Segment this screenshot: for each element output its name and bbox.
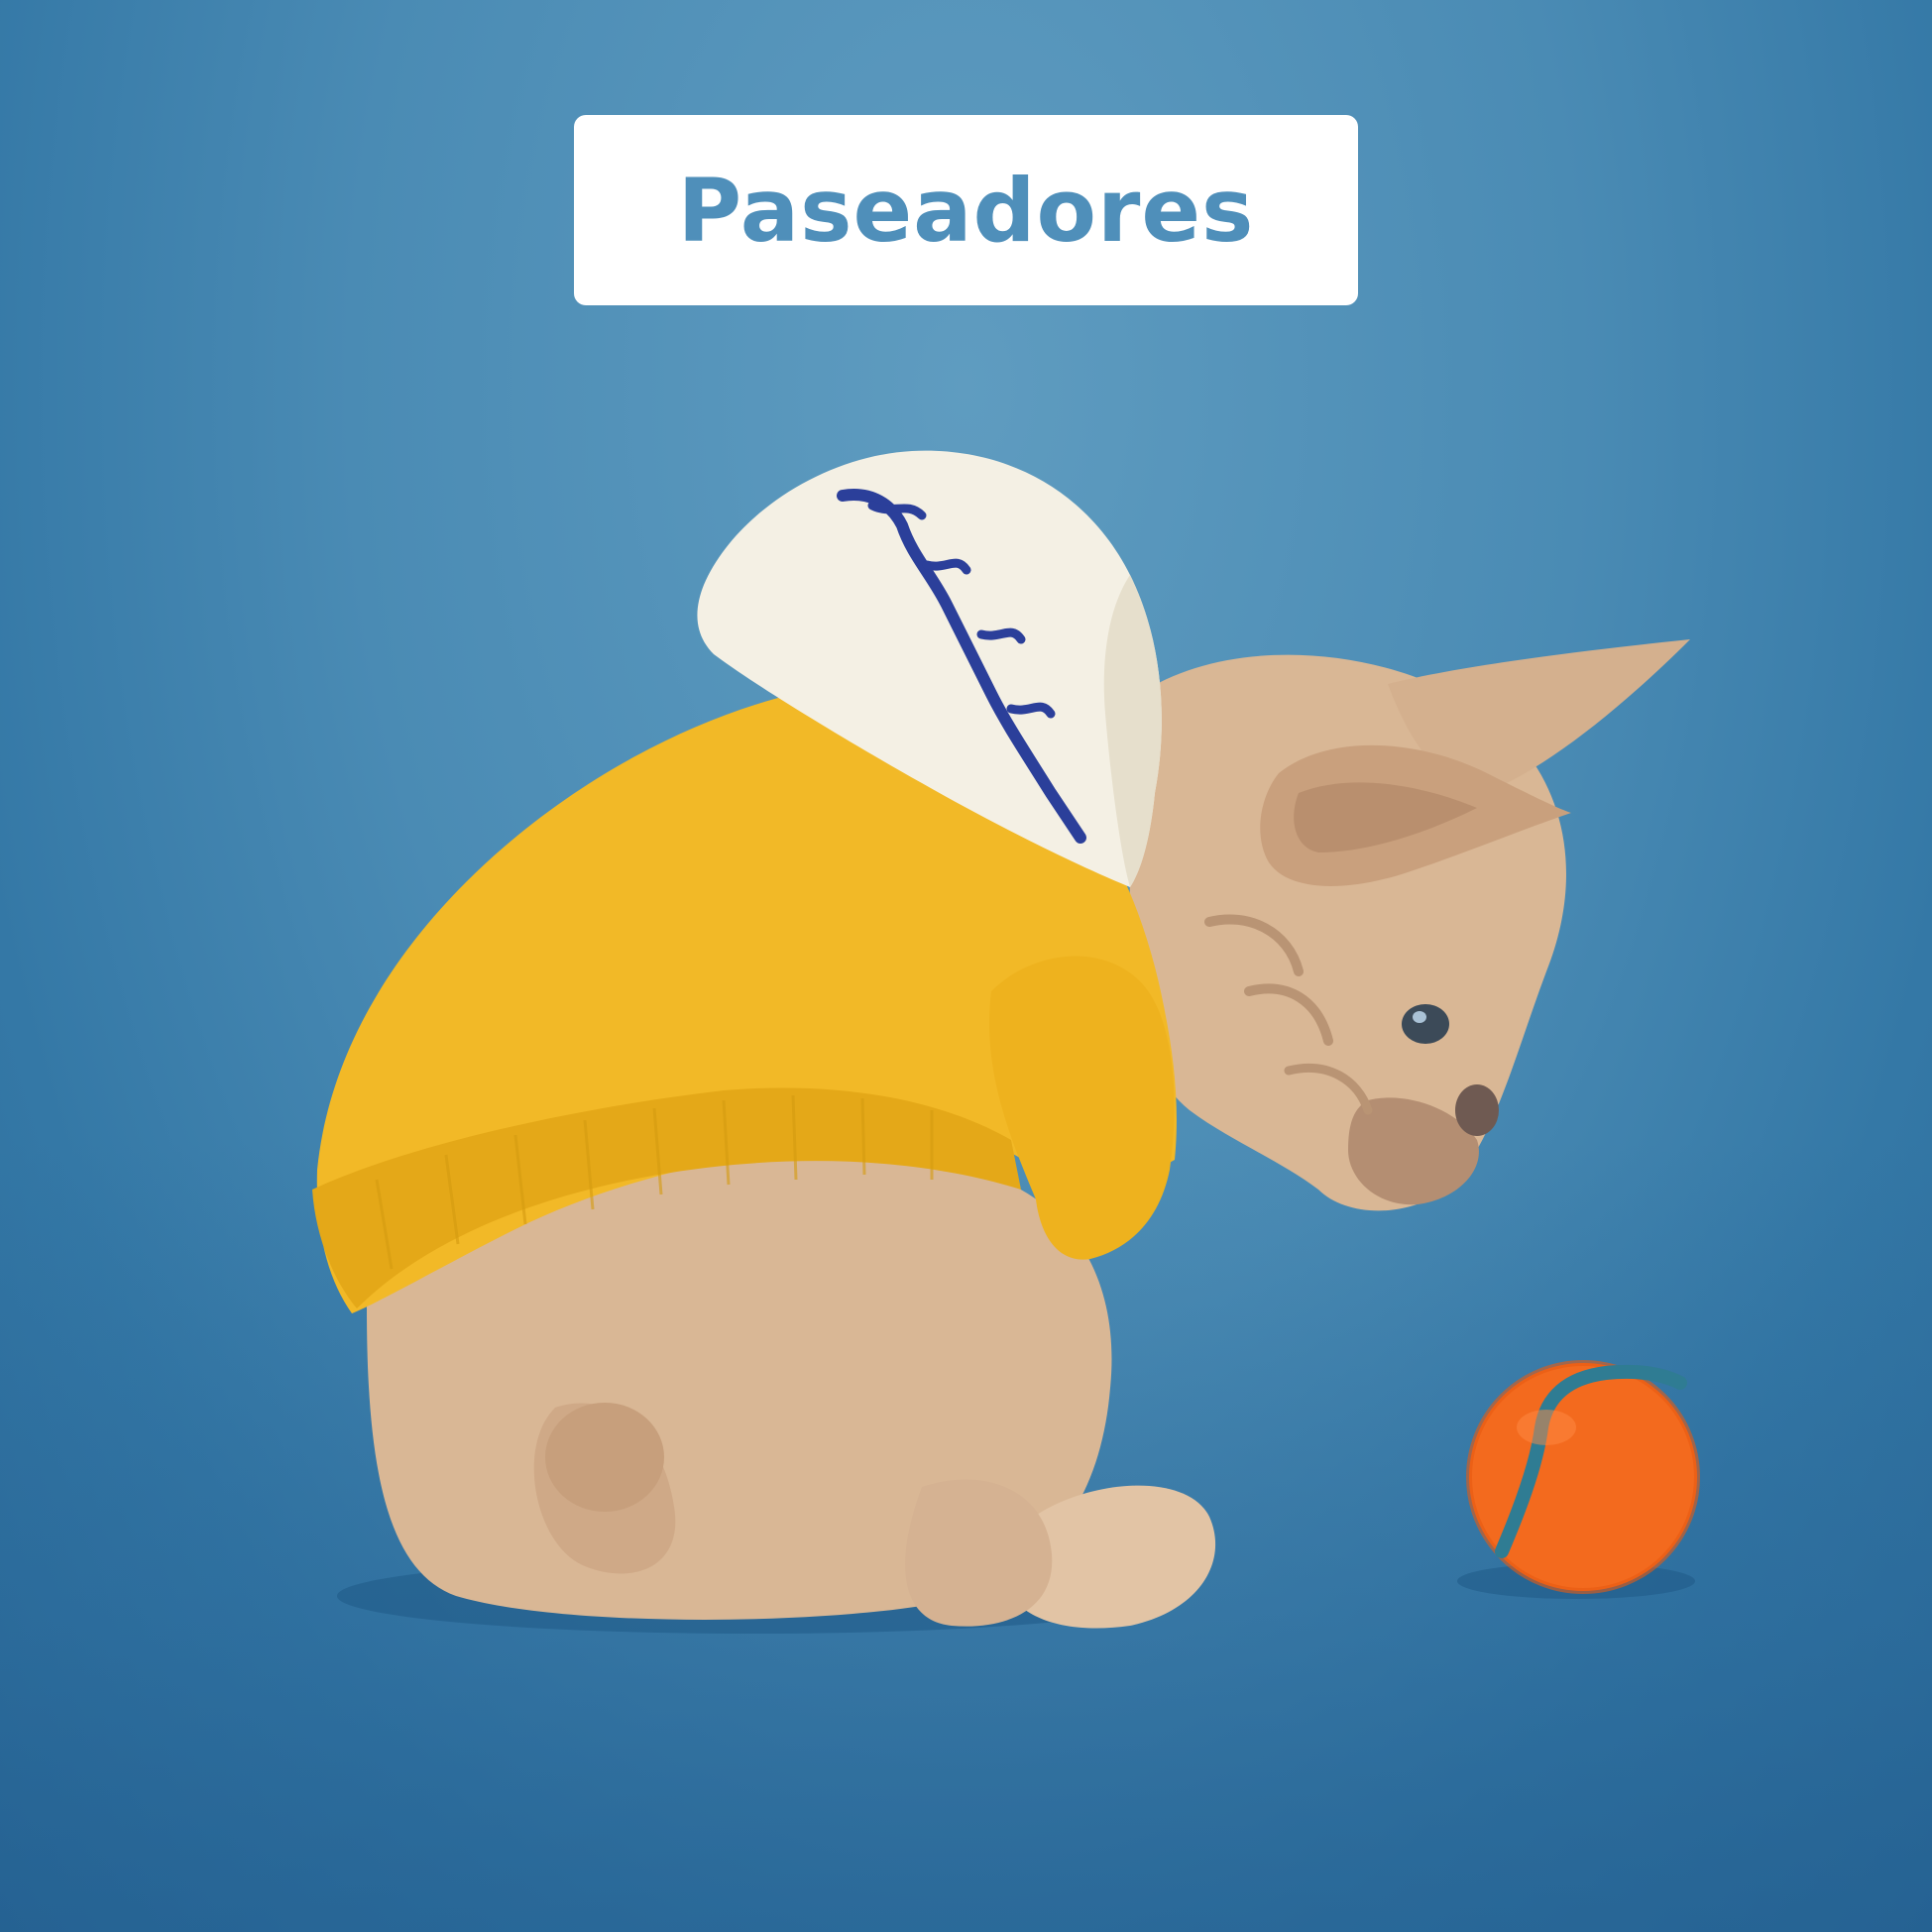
title-label: Paseadores [677, 159, 1255, 262]
hero-banner: Paseadores [0, 0, 1932, 1932]
dog-nose [1455, 1084, 1499, 1136]
title-card[interactable]: Paseadores [574, 115, 1358, 305]
dog-eye [1402, 1004, 1449, 1044]
dog-tail [545, 1403, 664, 1512]
